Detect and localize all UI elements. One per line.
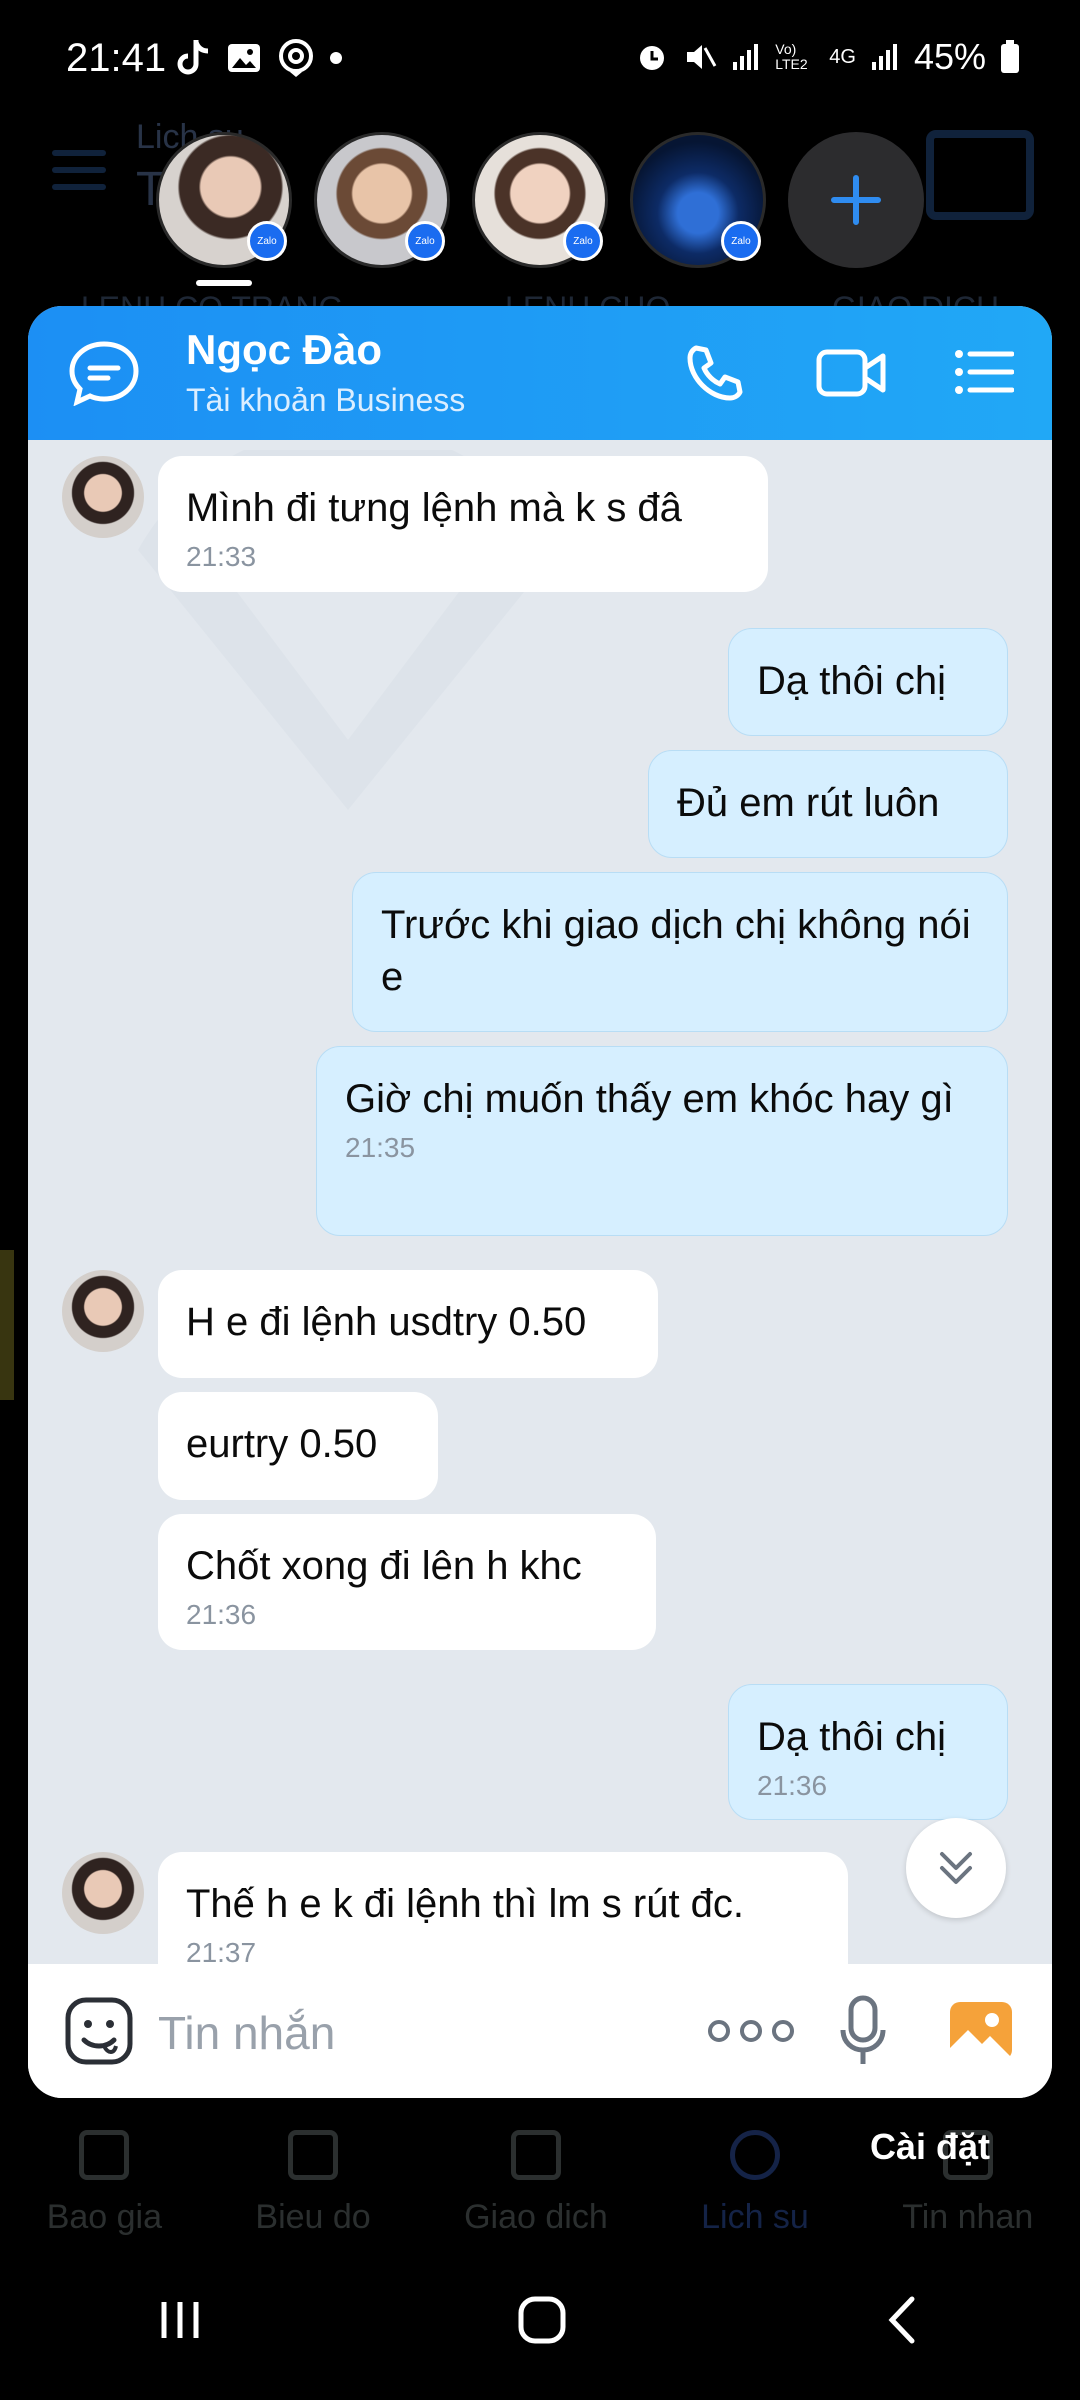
- battery-icon: [1001, 40, 1019, 73]
- sticker-icon[interactable]: [64, 1996, 134, 2066]
- message-text: eurtry 0.50: [186, 1422, 378, 1466]
- phone-icon[interactable]: [682, 342, 746, 406]
- settings-label[interactable]: Cài đặt: [870, 2126, 990, 2168]
- active-chat-indicator: [196, 280, 252, 286]
- message-bubble-out[interactable]: Dạ thôi chị: [728, 628, 1008, 736]
- message-text: Thế h e k đi lệnh thì lm s rút đc.: [186, 1882, 745, 1926]
- chat-head-avatar[interactable]: Zalo: [630, 132, 766, 268]
- menu-list-icon[interactable]: [954, 348, 1014, 396]
- calendar-icon: [926, 130, 1034, 220]
- video-call-icon[interactable]: [816, 346, 888, 400]
- message-bubble-in[interactable]: Chốt xong đi lên h khc 21:36: [158, 1514, 656, 1650]
- bg-highlight-bar: [0, 1250, 14, 1400]
- message-time: 21:36: [186, 1599, 257, 1630]
- contact-avatar[interactable]: [62, 1852, 144, 1934]
- signal-icon: [733, 44, 759, 70]
- message-list[interactable]: Mình đi tưng lệnh mà k s đâ 21:33 Dạ thô…: [28, 440, 1052, 1964]
- bg-nav-label: Giao dich: [464, 2198, 608, 2236]
- bg-nav-label: Bao gia: [46, 2198, 163, 2236]
- hamburger-icon: [52, 150, 106, 190]
- message-text: H e đi lệnh usdtry 0.50: [186, 1300, 587, 1344]
- dot-icon: [708, 2020, 730, 2042]
- more-options-button[interactable]: [708, 2020, 794, 2042]
- image-icon: [228, 44, 260, 72]
- zalo-badge: Zalo: [405, 221, 445, 261]
- zalo-badge: Zalo: [563, 221, 603, 261]
- contact-subtitle: Tài khoản Business: [186, 382, 466, 418]
- message-bubble-out[interactable]: Dạ thôi chị 21:36: [728, 1684, 1008, 1820]
- double-chevron-down-icon: [940, 1852, 972, 1884]
- message-text: Đủ em rút luôn: [677, 781, 940, 825]
- chat-head-avatar[interactable]: Zalo: [314, 132, 450, 268]
- message-bubble-out[interactable]: Giờ chị muốn thấy em khóc hay gì 21:35: [316, 1046, 1008, 1236]
- message-time: 21:35: [345, 1132, 416, 1163]
- chat-heads-row: Zalo Zalo Zalo Zalo: [156, 132, 924, 268]
- plus-icon: [831, 175, 881, 225]
- zalo-badge: Zalo: [721, 221, 761, 261]
- message-text: Giờ chị muốn thấy em khóc hay gì: [345, 1077, 954, 1121]
- message-bubble-in[interactable]: eurtry 0.50: [158, 1392, 438, 1500]
- message-bubble-out[interactable]: Đủ em rút luôn: [648, 750, 1008, 858]
- contact-avatar[interactable]: [62, 456, 144, 538]
- battery-percent: 45%: [913, 36, 986, 77]
- location-icon: [279, 39, 313, 77]
- system-nav-bar: [0, 2240, 1080, 2400]
- message-time: 21:37: [186, 1937, 257, 1964]
- status-bar: 21:41 Vo) LTE2 4G 45%: [0, 0, 1080, 120]
- bg-nav-label: Bieu do: [255, 2198, 371, 2236]
- signal-icon: [871, 44, 897, 70]
- message-bubble-in[interactable]: H e đi lệnh usdtry 0.50: [158, 1270, 658, 1378]
- message-icon[interactable]: [68, 340, 140, 406]
- message-bubble-in[interactable]: Mình đi tưng lệnh mà k s đâ 21:33: [158, 456, 768, 592]
- dot-icon: [772, 2020, 794, 2042]
- message-bubble-out[interactable]: Trước khi giao dịch chị không nói e: [352, 872, 1008, 1032]
- message-bubble-in[interactable]: Thế h e k đi lệnh thì lm s rút đc. 21:37: [158, 1852, 848, 1964]
- message-time: 21:36: [757, 1770, 828, 1801]
- network-label: 4G: [829, 45, 856, 68]
- zalo-badge: Zalo: [247, 221, 287, 261]
- chat-header: Ngọc Đào Tài khoản Business: [28, 306, 1052, 440]
- chat-head-avatar[interactable]: Zalo: [156, 132, 292, 268]
- message-text: Chốt xong đi lên h khc: [186, 1544, 582, 1588]
- tiktok-icon: [177, 40, 209, 75]
- bg-nav-label: Lich su: [701, 2198, 809, 2236]
- volte-label: Vo) LTE2: [775, 41, 808, 72]
- microphone-icon[interactable]: [838, 1994, 888, 2068]
- arrows-updown-icon: [79, 2130, 130, 2180]
- image-picker-icon[interactable]: [948, 2000, 1014, 2062]
- contact-name[interactable]: Ngọc Đào: [186, 326, 382, 374]
- contact-avatar[interactable]: [62, 1270, 144, 1352]
- message-text: Dạ thôi chị: [757, 1715, 946, 1759]
- mute-icon: [687, 45, 717, 69]
- back-icon[interactable]: [882, 2295, 922, 2345]
- chat-window: Ngọc Đào Tài khoản Business Mình đi tưng…: [28, 306, 1052, 2098]
- notification-dot: [330, 52, 342, 64]
- home-icon[interactable]: [517, 2295, 567, 2345]
- scroll-to-bottom-button[interactable]: [906, 1818, 1006, 1918]
- message-text: Dạ thôi chị: [757, 659, 946, 703]
- history-icon: [729, 2130, 780, 2180]
- message-input[interactable]: Tin nhắn: [158, 2006, 335, 2060]
- candlestick-icon: [288, 2130, 339, 2180]
- message-input-bar: Tin nhắn: [28, 1964, 1052, 2098]
- message-time: 21:33: [186, 541, 257, 572]
- add-chat-head-button[interactable]: [788, 132, 924, 268]
- dot-icon: [740, 2020, 762, 2042]
- message-text: Trước khi giao dịch chị không nói e: [381, 903, 971, 999]
- status-time: 21:41: [66, 36, 167, 80]
- bg-nav-label: Tin nhan: [902, 2198, 1034, 2236]
- trend-icon: [510, 2130, 561, 2180]
- recent-apps-icon[interactable]: [158, 2298, 202, 2342]
- message-text: Mình đi tưng lệnh mà k s đâ: [186, 486, 682, 530]
- chat-head-avatar[interactable]: Zalo: [472, 132, 608, 268]
- alarm-icon: [640, 46, 665, 70]
